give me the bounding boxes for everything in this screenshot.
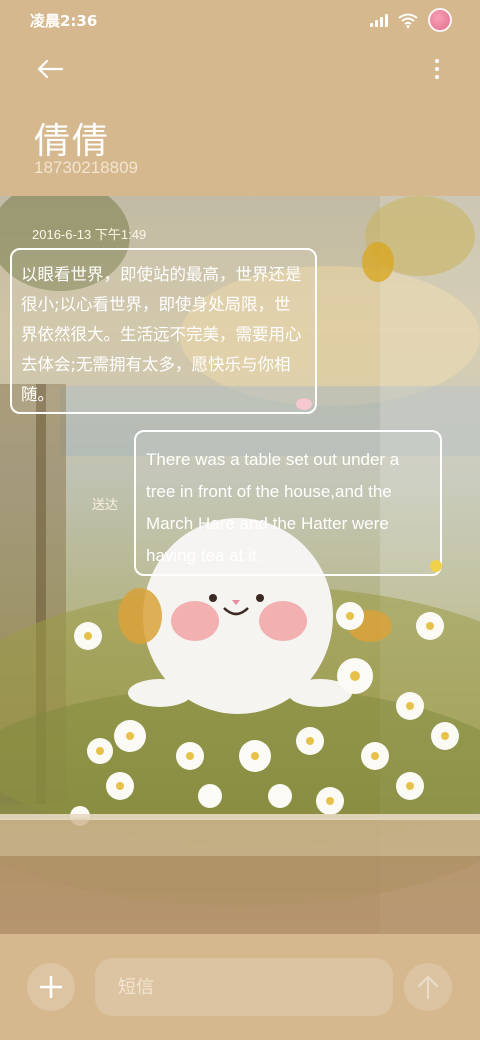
message-timestamp: 2016-6-13 下午1:49 bbox=[32, 227, 147, 242]
status-icons bbox=[370, 8, 452, 32]
plus-icon bbox=[40, 976, 62, 998]
message-input[interactable] bbox=[95, 958, 393, 1016]
message-thread[interactable]: 2016-6-13 下午1:49 以眼看世界，即使站的最高，世界还是很小;以心看… bbox=[0, 196, 480, 934]
sticker-icon bbox=[430, 560, 442, 572]
add-attachment-button[interactable] bbox=[27, 963, 75, 1011]
sticker-icon bbox=[296, 398, 312, 410]
more-options-button[interactable] bbox=[430, 54, 444, 84]
back-arrow-icon bbox=[37, 59, 63, 79]
message-text: 以眼看世界，即使站的最高，世界还是很小;以心看世界，即使身处局限，世界依然很大。… bbox=[21, 265, 302, 404]
status-bar: 凌晨2:36 bbox=[0, 0, 480, 40]
delivery-status: 送达 bbox=[92, 498, 119, 513]
status-time: 凌晨2:36 bbox=[30, 11, 98, 30]
signal-icon bbox=[370, 13, 388, 27]
avatar bbox=[428, 8, 452, 32]
conversation-header: 倩倩 18730218809 bbox=[0, 40, 480, 196]
contact-name: 倩倩 bbox=[34, 121, 111, 162]
incoming-message-bubble[interactable]: 以眼看世界，即使站的最高，世界还是很小;以心看世界，即使身处局限，世界依然很大。… bbox=[10, 248, 317, 414]
outgoing-message-bubble[interactable]: There was a table set out under a tree i… bbox=[134, 430, 442, 576]
send-button[interactable] bbox=[404, 963, 452, 1011]
contact-number: 18730218809 bbox=[34, 158, 139, 177]
message-text: There was a table set out under a tree i… bbox=[146, 450, 400, 565]
back-button[interactable] bbox=[30, 52, 70, 86]
compose-bar bbox=[0, 934, 480, 1040]
send-arrow-icon bbox=[417, 975, 439, 999]
more-vertical-icon bbox=[435, 59, 439, 63]
wifi-icon bbox=[398, 13, 418, 28]
